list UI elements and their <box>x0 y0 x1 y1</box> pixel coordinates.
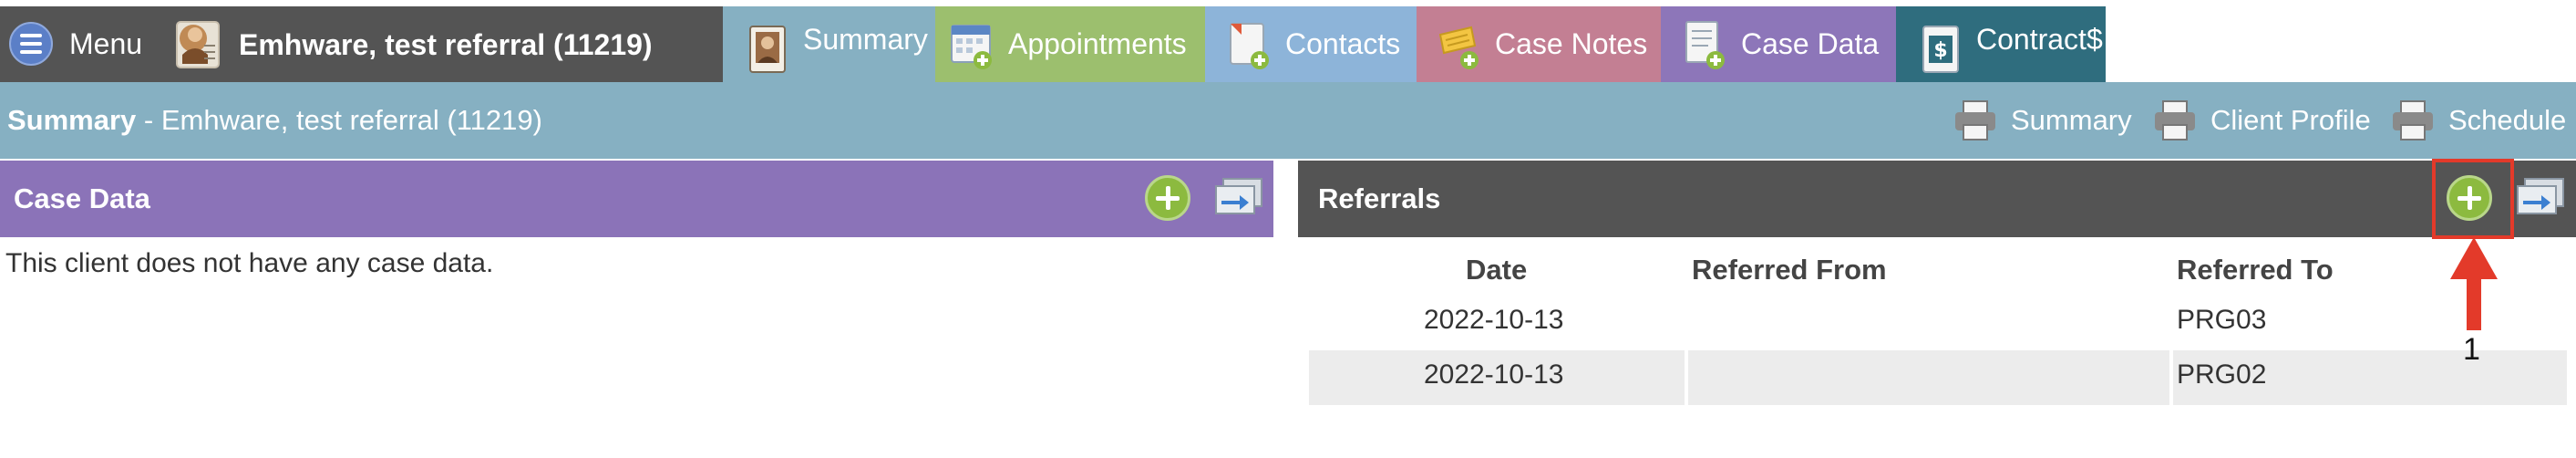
annotation-arrow-icon <box>2450 237 2498 330</box>
tab-appointments[interactable]: Appointments <box>935 6 1205 82</box>
nav-client-area: Menu Emhware, test referral (11219) <box>0 6 723 82</box>
document-add-icon <box>1685 20 1725 69</box>
referral-to: PRG02 <box>2177 359 2267 390</box>
table-row[interactable]: 2022-10-13 PRG03 <box>1309 296 2567 350</box>
contract-dollar-icon: $ <box>1922 26 1959 73</box>
tab-appointments-label: Appointments <box>1008 27 1187 60</box>
print-schedule-label: Schedule <box>2448 104 2567 136</box>
annotation-number: 1 <box>2463 332 2480 367</box>
table-row[interactable]: 2022-10-13 PRG02 <box>1309 350 2567 405</box>
page-title: Summary - Emhware, test referral (11219) <box>7 104 542 137</box>
print-client-profile-label: Client Profile <box>2210 104 2371 136</box>
referrals-table: Date Referred From Referred To 2022-10-1… <box>1309 245 2567 405</box>
tab-case-data-label: Case Data <box>1741 27 1880 60</box>
cell-divider <box>1685 350 1688 405</box>
column-header-date[interactable]: Date <box>1466 254 1527 286</box>
tab-contracts-label: Contract$ <box>1976 23 2103 56</box>
tab-summary[interactable]: Summary <box>723 6 935 82</box>
menu-label: Menu <box>69 26 143 60</box>
tab-summary-label: Summary <box>803 23 928 56</box>
top-navigation: Menu Emhware, test referral (11219) Summ… <box>0 0 2576 82</box>
tab-contacts-label: Contacts <box>1285 27 1401 60</box>
annotation-highlight-box <box>2432 159 2514 239</box>
hamburger-icon <box>9 22 53 66</box>
printer-icon <box>2155 100 2195 141</box>
referrals-header: Referrals <box>1298 161 2576 237</box>
contact-add-icon <box>1230 22 1269 69</box>
tab-case-data[interactable]: Case Data <box>1661 6 1896 82</box>
notes-add-icon <box>1438 26 1479 69</box>
client-avatar-icon <box>176 21 220 68</box>
table-header: Date Referred From Referred To <box>1309 245 2567 296</box>
referral-date: 2022-10-13 <box>1424 305 1564 335</box>
link-window-icon[interactable] <box>2510 175 2567 221</box>
add-case-data-button[interactable] <box>1145 175 1190 221</box>
tab-contracts[interactable]: $ Contract$ <box>1896 6 2106 82</box>
link-window-icon[interactable] <box>1209 175 1265 221</box>
printer-icon <box>1955 100 1995 141</box>
referral-to: PRG03 <box>2177 305 2267 335</box>
column-header-referred-from[interactable]: Referred From <box>1692 254 1887 286</box>
tab-case-notes-label: Case Notes <box>1495 27 1648 60</box>
tab-contacts[interactable]: Contacts <box>1205 6 1417 82</box>
case-data-title: Case Data <box>14 182 150 214</box>
summary-bar: Summary - Emhware, test referral (11219)… <box>0 82 2576 159</box>
printer-icon <box>2393 100 2433 141</box>
tab-case-notes[interactable]: Case Notes <box>1417 6 1661 82</box>
client-header: Emhware, test referral (11219) <box>173 17 653 72</box>
case-data-header: Case Data <box>0 161 1273 237</box>
profile-card-icon <box>749 26 786 73</box>
cell-divider <box>2169 350 2173 405</box>
page-title-bold: Summary <box>7 104 137 136</box>
print-summary-link[interactable]: Summary <box>1953 93 2132 148</box>
client-name: Emhware, test referral (11219) <box>239 27 653 61</box>
calendar-add-icon <box>951 24 992 69</box>
svg-text:$: $ <box>1933 39 1947 62</box>
referrals-title: Referrals <box>1318 182 1441 214</box>
page-title-client: - Emhware, test referral (11219) <box>136 104 542 136</box>
referral-date: 2022-10-13 <box>1424 359 1564 390</box>
menu-button[interactable]: Menu <box>9 22 143 66</box>
print-summary-label: Summary <box>2011 104 2132 136</box>
column-header-referred-to[interactable]: Referred To <box>2177 254 2334 286</box>
print-schedule-link[interactable]: Schedule <box>2390 93 2566 148</box>
case-data-empty-message: This client does not have any case data. <box>5 248 494 278</box>
print-client-profile-link[interactable]: Client Profile <box>2152 93 2371 148</box>
